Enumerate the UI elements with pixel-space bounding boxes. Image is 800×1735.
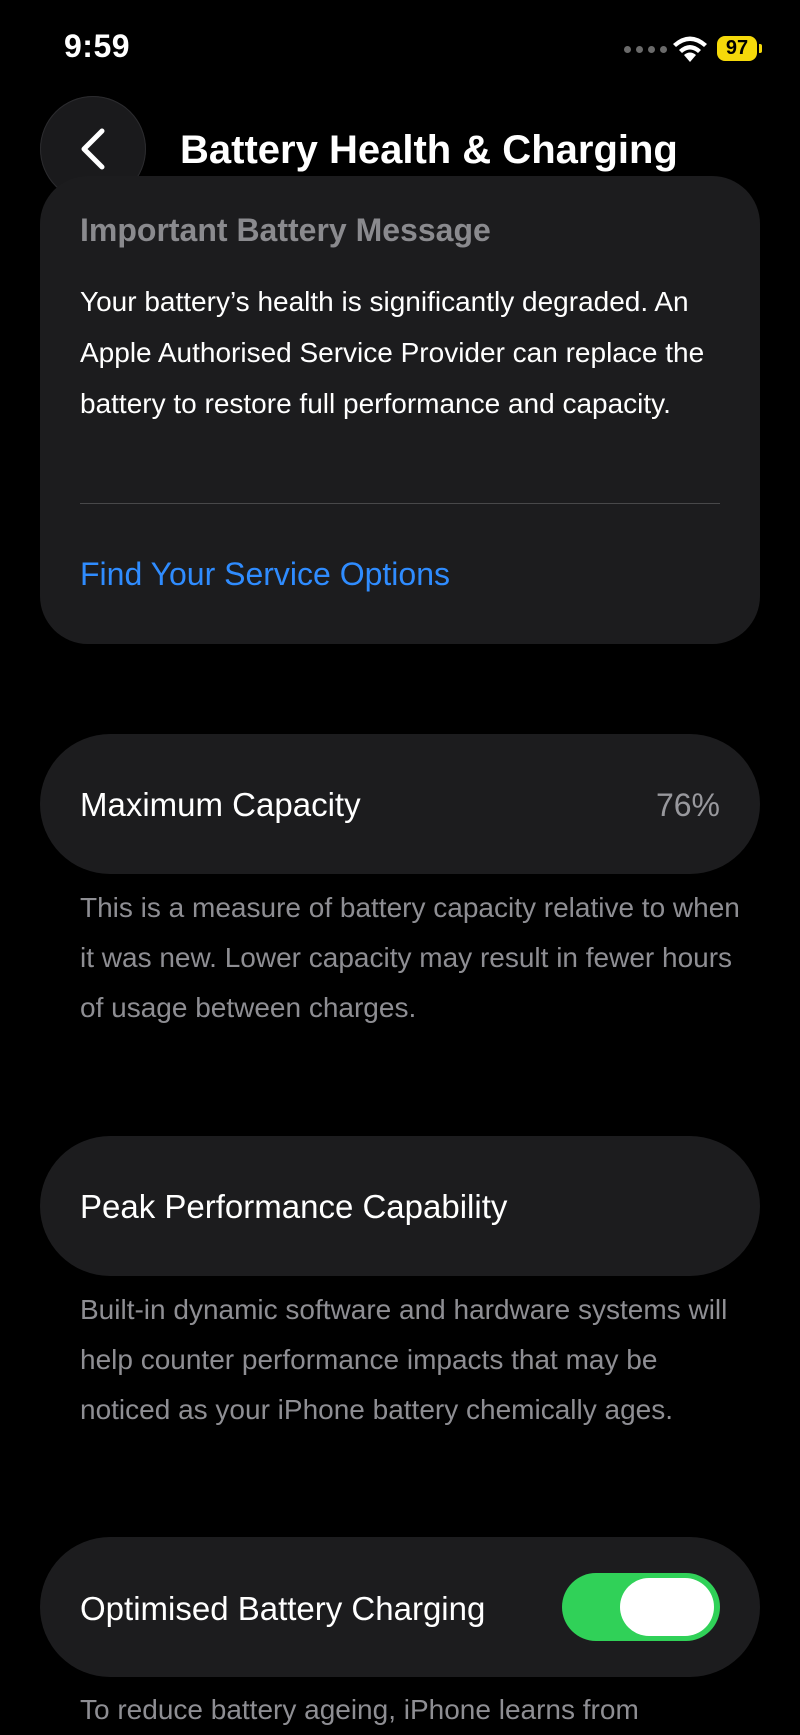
battery-message-title: Important Battery Message xyxy=(80,212,491,248)
page-title: Battery Health & Charging xyxy=(180,128,678,172)
toggle-knob xyxy=(620,1578,714,1636)
battery-nub xyxy=(759,44,762,53)
find-service-options-link[interactable]: Find Your Service Options xyxy=(80,556,450,593)
maximum-capacity-footnote: This is a measure of battery capacity re… xyxy=(80,892,740,1023)
maximum-capacity-value: 76% xyxy=(655,787,720,823)
optimised-charging-footnote: To reduce battery ageing, iPhone learns … xyxy=(80,1694,639,1725)
peak-performance-footnote: Built-in dynamic software and hardware s… xyxy=(80,1294,728,1425)
maximum-capacity-label: Maximum Capacity xyxy=(80,786,361,823)
battery-level: 97 xyxy=(725,37,749,59)
optimised-charging-toggle[interactable] xyxy=(562,1573,720,1641)
wifi-icon xyxy=(673,36,707,62)
chevron-left-icon xyxy=(81,128,105,170)
battery-message-body: Your battery’s health is significantly d… xyxy=(80,286,705,419)
optimised-charging-label: Optimised Battery Charging xyxy=(80,1590,486,1627)
battery-icon: 97 xyxy=(717,36,757,61)
cellular-signal-icon xyxy=(624,46,667,53)
divider xyxy=(80,503,720,504)
peak-performance-label: Peak Performance Capability xyxy=(80,1188,508,1225)
status-time: 9:59 xyxy=(64,28,131,64)
